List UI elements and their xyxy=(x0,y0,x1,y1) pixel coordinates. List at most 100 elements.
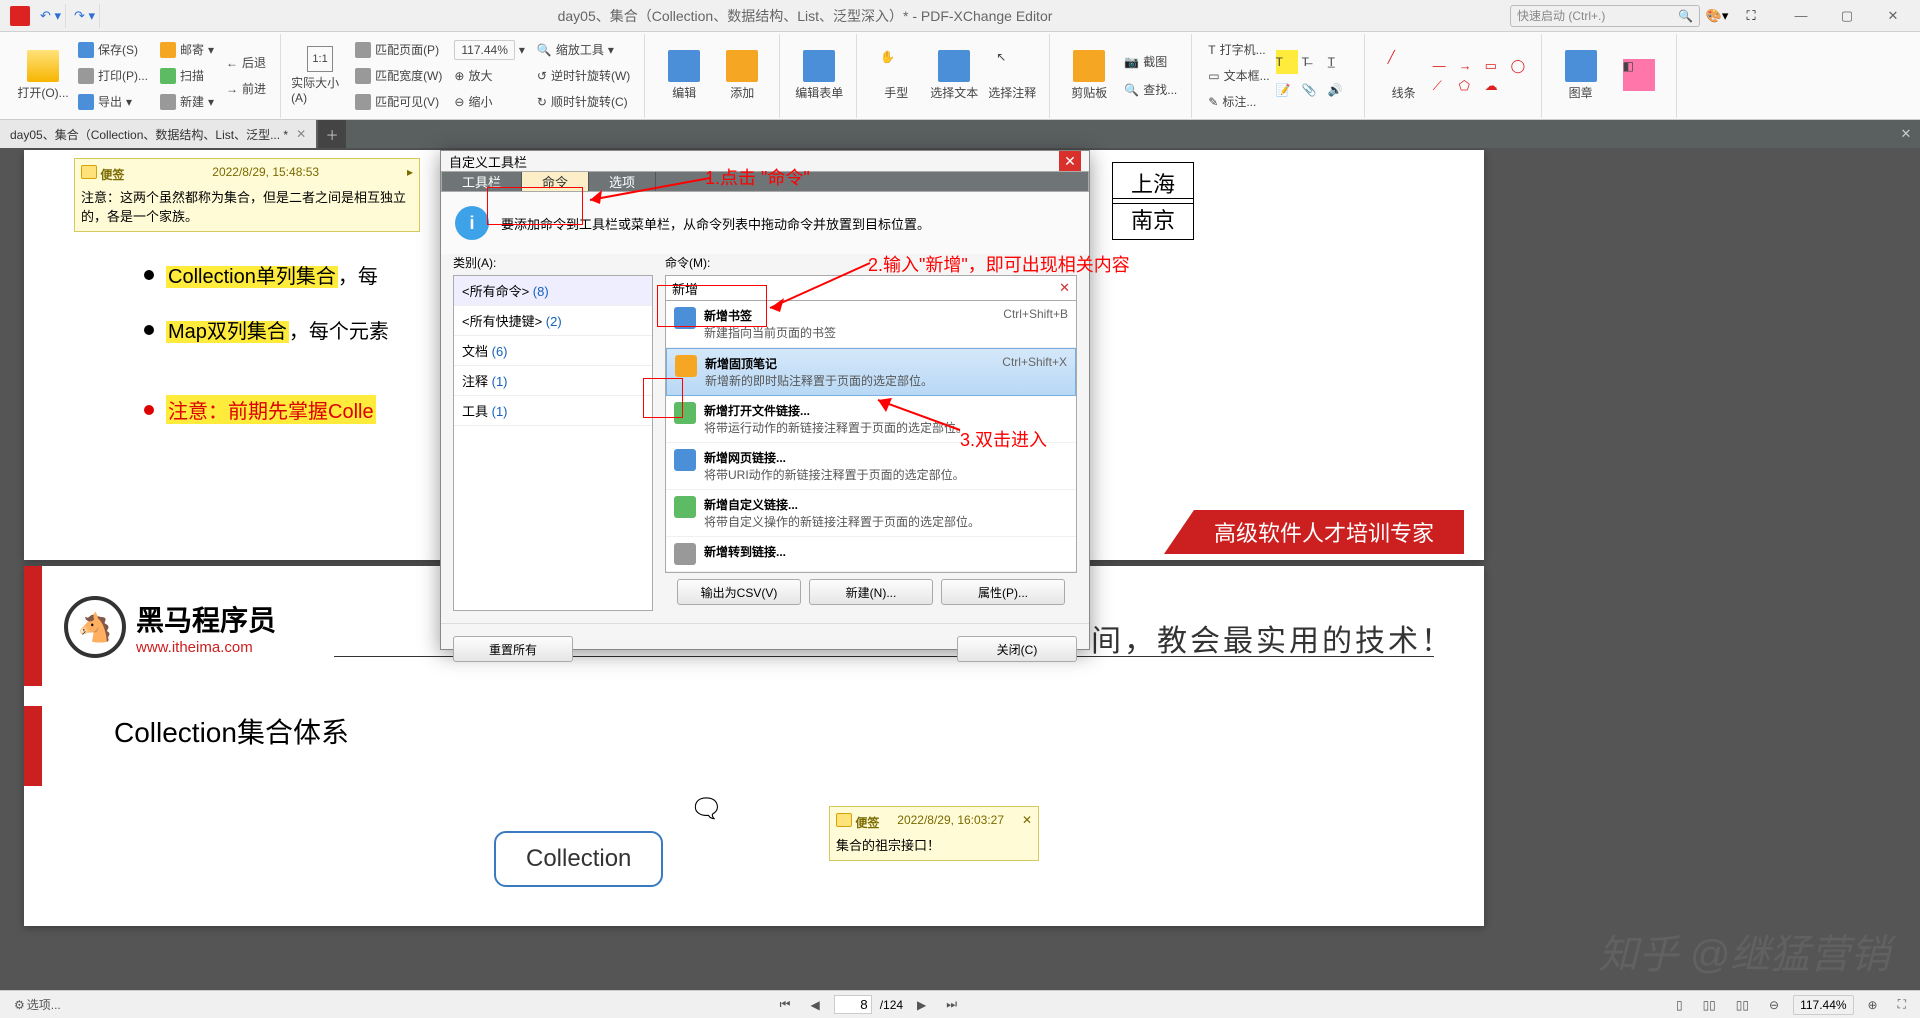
edit-form-button[interactable]: 编辑表单 xyxy=(790,38,848,114)
clear-icon[interactable]: ✕ xyxy=(1059,280,1070,296)
attach-tool[interactable]: 📎 xyxy=(1302,78,1324,102)
search-icon: 🔍 xyxy=(1678,9,1693,23)
scan-button[interactable]: 扫描 xyxy=(154,64,220,88)
rotate-ccw-button[interactable]: ↺ 逆时针旋转(W) xyxy=(531,64,636,88)
sticky-note[interactable]: 便签2022/8/29, 16:03:27✕ 集合的祖宗接口！ xyxy=(829,806,1039,861)
arrow-shape[interactable]: → xyxy=(1459,58,1481,74)
tab-command[interactable]: 命令 xyxy=(522,172,589,191)
dialog-close-btn[interactable]: 关闭(C) xyxy=(957,636,1077,662)
maximize-button[interactable]: ▢ xyxy=(1824,2,1870,30)
zoom-in-sb[interactable]: ⊕ xyxy=(1862,996,1884,1014)
back-button[interactable]: ← 后退 xyxy=(220,51,272,75)
rotate-cw-button[interactable]: ↻ 顺时针旋转(C) xyxy=(531,90,636,114)
command-item[interactable]: 新增固顶笔记新增新的即时贴注释置于页面的选定部位。Ctrl+Shift+X xyxy=(666,348,1076,396)
options-button[interactable]: ⚙ 选项... xyxy=(8,994,67,1015)
collection-box: Collection xyxy=(494,831,663,887)
close-button[interactable]: ✕ xyxy=(1870,2,1916,30)
polyline-shape[interactable]: ⟋ xyxy=(1433,78,1455,94)
open-button[interactable]: 打开(O)... xyxy=(14,38,72,114)
note-tool[interactable]: 📝 xyxy=(1276,78,1298,102)
eraser-button[interactable]: ◧ xyxy=(1610,38,1668,114)
new-button[interactable]: 新建▾ xyxy=(154,90,220,114)
find-button[interactable]: 🔍 查找... xyxy=(1118,78,1183,102)
document-tab[interactable]: day05、集合（Collection、数据结构、List、泛型... *✕ xyxy=(0,120,316,148)
print-button[interactable]: 打印(P)... xyxy=(72,64,154,88)
export-csv-button[interactable]: 输出为CSV(V) xyxy=(677,579,801,605)
zoom-out-button[interactable]: ⊖ 缩小 xyxy=(448,90,531,114)
add-button[interactable]: 添加 xyxy=(713,38,771,114)
fullscreen-button[interactable]: ⛶ xyxy=(1737,5,1765,27)
stamp-button[interactable]: 图章 xyxy=(1552,38,1610,114)
command-item[interactable]: 新增书签新建指向当前页面的书签Ctrl+Shift+B xyxy=(666,301,1076,348)
command-search-input[interactable]: 新增✕ xyxy=(665,275,1077,301)
customize-toolbar-dialog: 自定义工具栏 ✕ 工具栏 命令 选项 i 要添加命令到工具栏或菜单栏，从命令列表… xyxy=(440,150,1090,650)
highlight-tool[interactable]: T xyxy=(1276,50,1298,74)
undo-button[interactable]: ↶ ▾ xyxy=(36,4,66,28)
reset-all-button[interactable]: 重置所有 xyxy=(453,636,573,662)
dialog-close-button[interactable]: ✕ xyxy=(1059,151,1081,171)
zoom-value[interactable]: 117.44%▾ xyxy=(448,38,531,62)
line-shape[interactable]: — xyxy=(1433,58,1455,74)
select-annot-button[interactable]: ↖选择注释 xyxy=(983,38,1041,114)
new-cmd-button[interactable]: 新建(N)... xyxy=(809,579,933,605)
zoom-display[interactable]: 117.44% xyxy=(1793,995,1853,1015)
strike-tool[interactable]: T̶ xyxy=(1302,50,1324,74)
mail-button[interactable]: 邮寄▾ xyxy=(154,38,220,62)
textbox-button[interactable]: ▭ 文本框... xyxy=(1202,64,1275,88)
category-item[interactable]: 工具 (1) xyxy=(454,396,652,426)
zoom-tools-button[interactable]: 🔍 缩放工具▾ xyxy=(531,38,636,62)
fit-page-button[interactable]: 匹配页面(P) xyxy=(349,38,448,62)
category-item[interactable]: <所有快捷键> (2) xyxy=(454,306,652,336)
cloud-shape[interactable]: ☁ xyxy=(1485,78,1507,94)
screenshot-button[interactable]: 📷 截图 xyxy=(1118,50,1183,74)
save-button[interactable]: 保存(S) xyxy=(72,38,154,62)
minimize-button[interactable]: — xyxy=(1778,2,1824,30)
tab-toolbar[interactable]: 工具栏 xyxy=(442,172,522,191)
actual-size-button[interactable]: 1:1实际大小(A) xyxy=(291,38,349,114)
export-button[interactable]: 导出▾ xyxy=(72,90,154,114)
category-item[interactable]: <所有命令> (8) xyxy=(454,276,652,306)
tab-options[interactable]: 选项 xyxy=(589,172,656,191)
command-item[interactable]: 新增转到链接... xyxy=(666,537,1076,572)
edit-button[interactable]: 编辑 xyxy=(655,38,713,114)
fit-sb[interactable]: ⛶ xyxy=(1892,995,1912,1014)
next-page-button[interactable]: ▶ xyxy=(911,996,932,1014)
zoom-in-button[interactable]: ⊕ 放大 xyxy=(448,64,531,88)
redo-button[interactable]: ↷ ▾ xyxy=(70,4,100,28)
first-page-button[interactable]: ⏮ xyxy=(774,995,797,1014)
category-item[interactable]: 注释 (1) xyxy=(454,366,652,396)
sound-tool[interactable]: 🔊 xyxy=(1328,78,1350,102)
category-item[interactable]: 文档 (6) xyxy=(454,336,652,366)
command-item[interactable]: 新增自定义链接...将带自定义操作的新链接注释置于页面的选定部位。 xyxy=(666,490,1076,537)
sticky-note[interactable]: 便签2022/8/29, 15:48:53▸ 注意：这两个虽然都称为集合，但是二… xyxy=(74,158,420,232)
category-list[interactable]: <所有命令> (8)<所有快捷键> (2)文档 (6)注释 (1)工具 (1) xyxy=(453,275,653,611)
page-input[interactable] xyxy=(834,995,872,1014)
oval-shape[interactable]: ◯ xyxy=(1511,58,1533,74)
quick-launch-input[interactable]: 快速启动 (Ctrl+.)🔍 xyxy=(1510,5,1700,27)
prev-page-button[interactable]: ◀ xyxy=(804,996,825,1014)
last-page-button[interactable]: ⏭ xyxy=(940,995,963,1014)
forward-button[interactable]: → 前进 xyxy=(220,77,272,101)
zoom-out-sb[interactable]: ⊖ xyxy=(1763,996,1785,1014)
rect-shape[interactable]: ▭ xyxy=(1485,58,1507,74)
fit-width-button[interactable]: 匹配宽度(W) xyxy=(349,64,448,88)
lines-button[interactable]: ╱线条 xyxy=(1375,38,1433,114)
note-icon[interactable]: 🗨️ xyxy=(694,796,719,821)
fit-visible-button[interactable]: 匹配可见(V) xyxy=(349,90,448,114)
underline-tool[interactable]: T̲ xyxy=(1328,50,1350,74)
hand-button[interactable]: ✋手型 xyxy=(867,38,925,114)
properties-button[interactable]: 属性(P)... xyxy=(941,579,1065,605)
select-text-button[interactable]: 选择文本 xyxy=(925,38,983,114)
polygon-shape[interactable]: ⬠ xyxy=(1459,78,1481,94)
typewriter-button[interactable]: T 打字机... xyxy=(1202,38,1275,62)
layout-single[interactable]: ▯ xyxy=(1670,996,1689,1014)
clipboard-button[interactable]: 剪贴板 xyxy=(1060,38,1118,114)
layout-facing[interactable]: ▯▯ xyxy=(1730,996,1755,1014)
city-box: 南京 xyxy=(1112,198,1194,240)
layout-cont[interactable]: ▯▯ xyxy=(1697,996,1722,1014)
tab-close-icon[interactable]: ✕ xyxy=(296,127,306,141)
annotate-button[interactable]: ✎ 标注... xyxy=(1202,90,1275,114)
new-tab-button[interactable]: ＋ xyxy=(318,120,346,148)
tabbar-close-button[interactable]: ✕ xyxy=(1892,126,1920,142)
ui-options-button[interactable]: 🎨▾ xyxy=(1703,5,1731,27)
